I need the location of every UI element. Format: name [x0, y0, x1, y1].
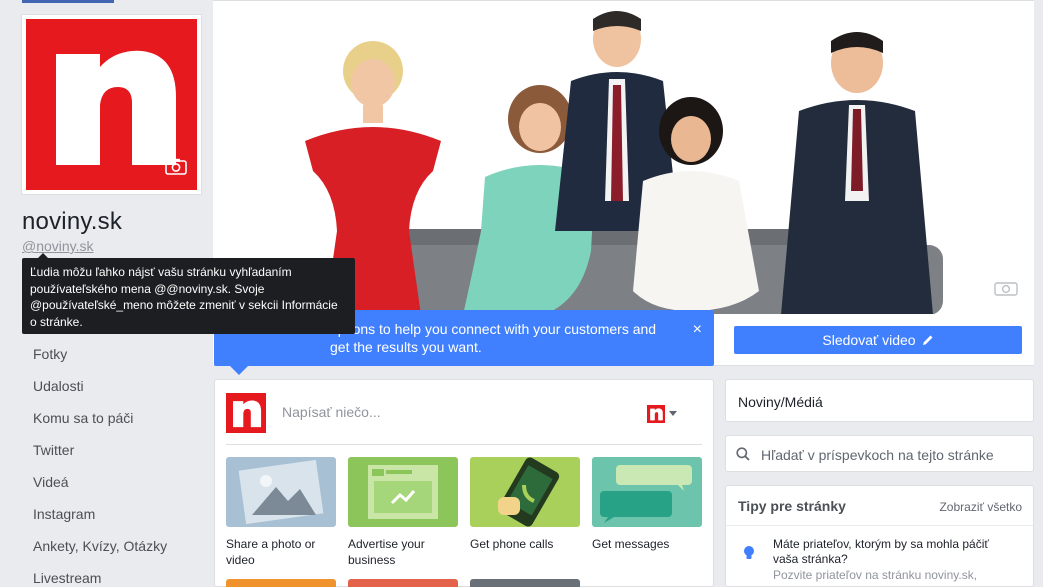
pencil-icon: [922, 327, 934, 355]
advertise-icon: [348, 457, 458, 527]
tips-divider: [726, 525, 1033, 526]
nav-item-twitter[interactable]: Twitter: [22, 434, 202, 466]
page-category[interactable]: Noviny/Médiá: [738, 394, 823, 410]
nav-item-likes[interactable]: Komu sa to páči: [22, 402, 202, 434]
messages-label: Get messages: [592, 537, 670, 551]
share-photo-label: Share a photo or video: [226, 537, 316, 567]
composer-divider: [226, 444, 702, 445]
photo-icon: [226, 457, 336, 527]
tips-title: Tipy pre stránky: [738, 498, 846, 514]
nav-item-livestream[interactable]: Livestream: [22, 562, 202, 587]
nav-item-polls[interactable]: Ankety, Kvízy, Otázky: [22, 530, 202, 562]
composer-avatar: [226, 393, 266, 433]
action-thumb-7[interactable]: [470, 579, 580, 587]
post-composer: Napísať niečo... Share a photo or video: [214, 379, 714, 587]
nav-item-instagram[interactable]: Instagram: [22, 498, 202, 530]
share-photo-action[interactable]: Share a photo or video: [226, 457, 338, 568]
page-tips-card: Tipy pre stránky Zobraziť všetko Máte pr…: [725, 485, 1034, 587]
camera-icon[interactable]: [165, 158, 187, 180]
messages-action[interactable]: Get messages: [592, 457, 704, 552]
advertise-label: Advertise your business: [348, 537, 425, 567]
page-username-link[interactable]: @noviny.sk: [22, 238, 94, 254]
search-icon: [736, 447, 750, 464]
post-as-avatar[interactable]: [647, 405, 665, 423]
page-search[interactable]: Hľadať v príspevkoch na tejto stránke: [725, 435, 1034, 472]
nav-item-photos[interactable]: Fotky: [22, 338, 202, 370]
chevron-down-icon[interactable]: [669, 411, 677, 416]
phone-icon: [470, 457, 580, 527]
tips-question: Máte priateľov, ktorým by sa mohla páčiť…: [773, 537, 989, 566]
left-navigation: Fotky Udalosti Komu sa to páči Twitter V…: [22, 338, 202, 587]
phone-calls-action[interactable]: Get phone calls: [470, 457, 582, 552]
nav-item-videos[interactable]: Videá: [22, 466, 202, 498]
top-accent-bar: [22, 0, 114, 3]
action-thumb-5[interactable]: [226, 579, 336, 587]
advertise-action[interactable]: Advertise your business: [348, 457, 460, 568]
action-thumb-6[interactable]: [348, 579, 458, 587]
messages-icon: [592, 457, 702, 527]
follow-video-button[interactable]: Sledovať video: [734, 326, 1022, 354]
page-title: noviny.sk: [22, 208, 123, 235]
profile-picture[interactable]: [21, 14, 202, 195]
username-tooltip: Ľudia môžu ľahko nájsť vašu stránku vyhľ…: [22, 253, 355, 334]
tips-invite-text[interactable]: Pozvite priateľov na stránku noviny.sk,: [773, 568, 1013, 583]
see-all-link[interactable]: Zobraziť všetko: [939, 500, 1022, 514]
nav-item-events[interactable]: Udalosti: [22, 370, 202, 402]
close-icon[interactable]: ×: [693, 321, 702, 339]
phone-calls-label: Get phone calls: [470, 537, 554, 551]
lightbulb-icon: [743, 545, 755, 566]
search-input[interactable]: Hľadať v príspevkoch na tejto stránke: [761, 447, 994, 463]
page-category-card: Noviny/Médiá: [725, 379, 1034, 422]
follow-video-label: Sledovať video: [822, 332, 916, 348]
noviny-logo: [26, 19, 197, 190]
composer-input[interactable]: Napísať niečo...: [282, 404, 381, 420]
cover-camera-icon[interactable]: [994, 280, 1018, 296]
